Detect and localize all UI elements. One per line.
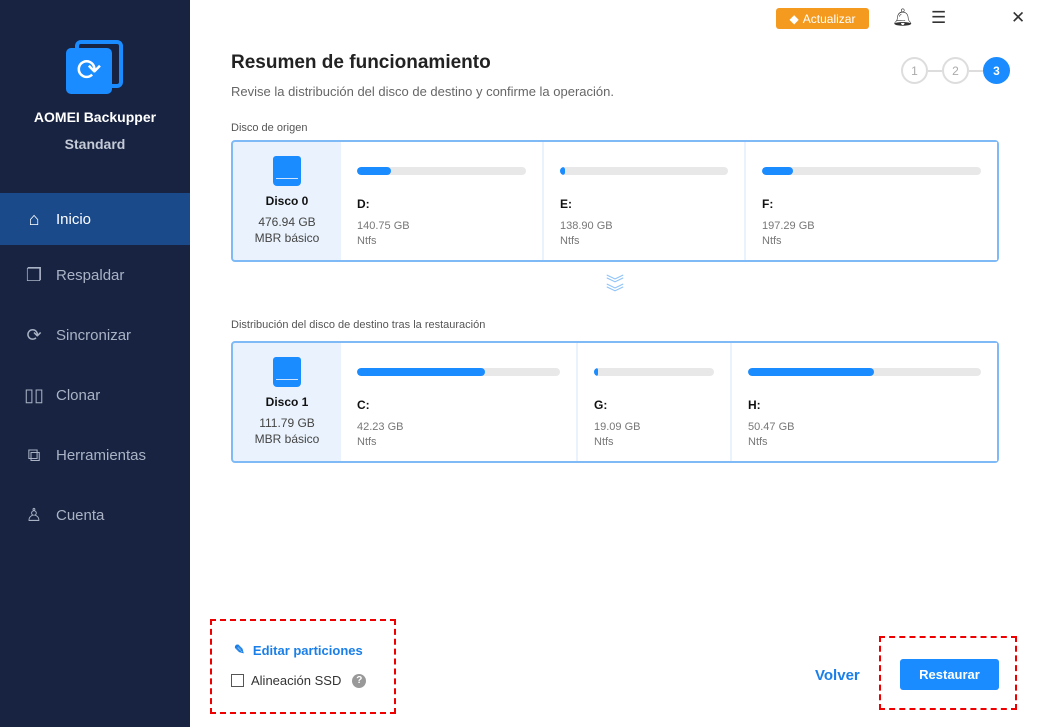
source-label: Disco de origen xyxy=(231,122,308,134)
hard-disk-icon xyxy=(273,156,301,186)
disk-type: MBR básico xyxy=(254,231,320,245)
nav-label: Cuenta xyxy=(56,506,105,524)
app-logo: ⟳ xyxy=(66,38,124,96)
restore-button[interactable]: Restaurar xyxy=(900,659,999,690)
nav-label: Respaldar xyxy=(56,266,125,284)
source-disk-box: Disco 0 476.94 GB MBR básico D: 140.75 GB… xyxy=(231,140,999,262)
partition-letter: G: xyxy=(594,398,608,412)
partition-letter: H: xyxy=(748,398,761,412)
home-icon: ⌂ xyxy=(28,208,40,229)
nav-herramientas[interactable]: ⧉ Herramientas xyxy=(0,425,190,485)
menu-icon[interactable]: ☰ xyxy=(931,8,946,28)
partition-fs: Ntfs xyxy=(560,235,580,247)
nav-sincronizar[interactable]: ⟳ Sincronizar xyxy=(0,305,190,365)
toolbox-icon: ⧉ xyxy=(27,444,41,465)
usage-bar xyxy=(357,368,485,376)
usage-bar xyxy=(560,167,566,175)
partition-letter: F: xyxy=(762,197,774,211)
upgrade-label: Actualizar xyxy=(802,11,856,26)
backup-icon: ❐ xyxy=(25,264,43,285)
nav-clonar[interactable]: ▯▯ Clonar xyxy=(0,365,190,425)
sidebar: ⟳ AOMEI Backupper Standard ⌂ Inicio ❐ Resp… xyxy=(0,0,190,727)
partition-fs: Ntfs xyxy=(357,436,377,448)
user-icon: ♙ xyxy=(25,504,43,525)
page-subtitle: Revise la distribución del disco de dest… xyxy=(231,84,614,99)
partition-d: D: 140.75 GB Ntfs xyxy=(341,142,542,260)
help-icon[interactable]: ? xyxy=(352,673,367,688)
disk-type: MBR básico xyxy=(254,432,320,446)
partition-size: 19.09 GB xyxy=(594,421,641,433)
partition-c: C: 42.23 GB Ntfs xyxy=(341,343,576,461)
edit-partitions-link[interactable]: ✎ Editar particiones xyxy=(234,642,363,658)
partition-g: G: 19.09 GB Ntfs xyxy=(578,343,730,461)
close-icon[interactable]: ✕ xyxy=(1011,8,1025,28)
disk-size: 476.94 GB xyxy=(258,215,316,229)
partition-e: E: 138.90 GB Ntfs xyxy=(544,142,744,260)
bell-icon[interactable]: 🔔︎ xyxy=(892,8,914,28)
partition-fs: Ntfs xyxy=(594,436,614,448)
partition-size: 50.47 GB xyxy=(748,421,795,433)
app-name: AOMEI Backupper xyxy=(33,109,157,125)
step-1: 1 xyxy=(901,57,928,84)
dest-label: Distribución del disco de destino tras l… xyxy=(231,319,486,331)
app-edition: Standard xyxy=(64,136,126,152)
step-indicator: 1 2 3 xyxy=(901,57,1010,84)
ssd-alignment-label: Alineación SSD xyxy=(251,673,342,688)
upgrade-button[interactable]: ◆ Actualizar xyxy=(776,8,869,29)
dest-disk: Disco 1 111.79 GB MBR básico xyxy=(233,343,341,461)
dest-disk-box: Disco 1 111.79 GB MBR básico C: 42.23 GB N… xyxy=(231,341,999,463)
hard-disk-icon xyxy=(273,357,301,387)
step-2: 2 xyxy=(942,57,969,84)
partition-letter: E: xyxy=(560,197,572,211)
partition-fs: Ntfs xyxy=(762,235,782,247)
sync-icon: ⟳ xyxy=(26,324,42,345)
nav-label: Herramientas xyxy=(56,446,147,464)
nav-respaldar[interactable]: ❐ Respaldar xyxy=(0,245,190,305)
nav-inicio[interactable]: ⌂ Inicio xyxy=(0,193,190,245)
usage-bar xyxy=(357,167,391,175)
edit-partitions-label: Editar particiones xyxy=(252,642,363,658)
page-title: Resumen de funcionamiento xyxy=(231,52,491,73)
diamond-icon: ◆ xyxy=(789,11,799,26)
pencil-icon: ✎ xyxy=(234,642,245,657)
partition-fs: Ntfs xyxy=(748,436,768,448)
ssd-alignment-option[interactable]: Alineación SSD? xyxy=(231,673,367,688)
partition-size: 197.29 GB xyxy=(762,220,815,232)
partition-letter: C: xyxy=(357,398,370,412)
partition-fs: Ntfs xyxy=(357,235,377,247)
partition-size: 138.90 GB xyxy=(560,220,613,232)
nav-label: Sincronizar xyxy=(56,326,132,344)
usage-bar xyxy=(762,167,793,175)
partition-size: 42.23 GB xyxy=(357,421,404,433)
partition-size: 140.75 GB xyxy=(357,220,410,232)
chevron-down-double-icon: ︾ ︾ xyxy=(606,274,624,303)
usage-bar xyxy=(594,368,598,376)
disk-size: 111.79 GB xyxy=(259,416,315,430)
disk-name: Disco 0 xyxy=(265,194,309,208)
clone-icon: ▯▯ xyxy=(24,384,44,405)
step-3: 3 xyxy=(983,57,1010,84)
usage-bar xyxy=(748,368,874,376)
partition-h: H: 50.47 GB Ntfs xyxy=(732,343,997,461)
disk-name: Disco 1 xyxy=(265,395,309,409)
partition-f: F: 197.29 GB Ntfs xyxy=(746,142,997,260)
nav-label: Clonar xyxy=(56,386,101,404)
source-disk: Disco 0 476.94 GB MBR básico xyxy=(233,142,341,260)
nav-label: Inicio xyxy=(56,210,92,228)
partition-letter: D: xyxy=(357,197,370,211)
nav-cuenta[interactable]: ♙ Cuenta xyxy=(0,485,190,545)
back-button[interactable]: Volver xyxy=(815,667,860,684)
ssd-alignment-checkbox[interactable] xyxy=(231,674,244,687)
highlight-box xyxy=(210,619,396,714)
